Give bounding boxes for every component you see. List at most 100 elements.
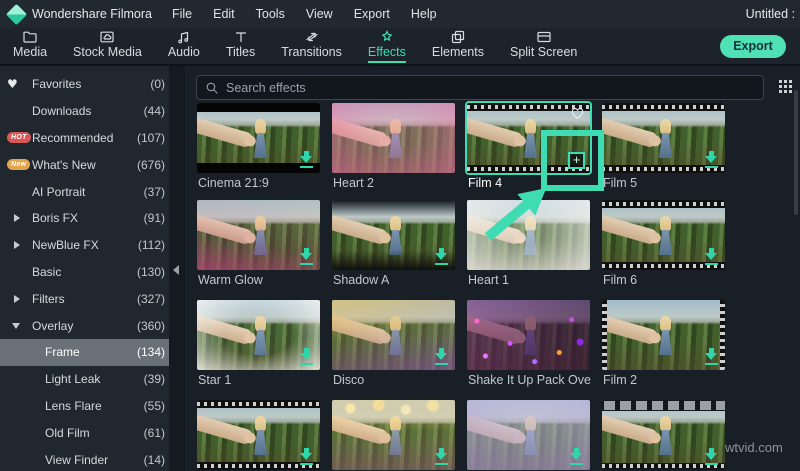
- project-name: Untitled :: [745, 7, 795, 21]
- effect-name: Star 1: [198, 373, 232, 387]
- menu-file[interactable]: File: [172, 7, 192, 21]
- download-icon[interactable]: [435, 448, 448, 465]
- effect-tile[interactable]: [467, 400, 590, 471]
- search-icon: [206, 82, 218, 94]
- folder-icon: [23, 31, 37, 43]
- sidebar-item-favorites[interactable]: ♥ Favorites (0): [0, 71, 169, 98]
- effect-tile-film-2[interactable]: Film 2: [602, 300, 725, 396]
- effect-tile-film-5[interactable]: Film 5: [602, 103, 725, 199]
- effect-tile-star-1[interactable]: Star 1: [197, 300, 320, 396]
- effect-tile[interactable]: [602, 400, 725, 471]
- tab-stock-media[interactable]: Stock Media: [60, 27, 155, 65]
- menu-tools[interactable]: Tools: [256, 7, 285, 21]
- effect-thumbnail[interactable]: [197, 103, 320, 173]
- sidebar-item-lens-flare[interactable]: Lens Flare (55): [0, 393, 169, 420]
- sidebar-item-old-film[interactable]: Old Film (61): [0, 419, 169, 446]
- chevron-right-icon: [14, 241, 20, 250]
- tab-audio[interactable]: Audio: [155, 27, 213, 65]
- effect-name: Shake It Up Pack Overla...: [468, 373, 591, 387]
- effect-thumbnail[interactable]: [602, 400, 725, 470]
- download-icon[interactable]: [300, 448, 313, 465]
- sidebar-item-light-leak[interactable]: Light Leak (39): [0, 366, 169, 393]
- download-icon[interactable]: [300, 248, 313, 265]
- grid-view-icon[interactable]: [779, 80, 782, 83]
- download-icon[interactable]: [705, 348, 718, 365]
- hot-badge: HOT: [7, 132, 31, 144]
- effects-sparkle-icon: [381, 30, 392, 41]
- effect-tile-cinema-21-9[interactable]: Cinema 21:9: [197, 103, 320, 199]
- tab-media[interactable]: Media: [0, 27, 60, 65]
- annotation-highlight-box: [541, 130, 604, 191]
- title-bar: Wondershare Filmora File Edit Tools View…: [0, 0, 800, 28]
- effect-thumbnail[interactable]: [197, 300, 320, 370]
- tab-transitions[interactable]: Transitions: [268, 27, 355, 65]
- effect-thumbnail[interactable]: [197, 200, 320, 270]
- effect-name: Heart 1: [468, 273, 509, 287]
- download-icon[interactable]: [435, 248, 448, 265]
- effects-panel: Search effects Cinema 21:9 Heart 2 + Fil…: [185, 66, 800, 471]
- effect-tile[interactable]: [197, 400, 320, 471]
- effect-thumbnail[interactable]: [602, 103, 725, 173]
- effect-thumbnail[interactable]: [332, 200, 455, 270]
- effect-tile-film-6[interactable]: Film 6: [602, 200, 725, 296]
- chevron-right-icon: [14, 214, 20, 223]
- effect-thumbnail[interactable]: [332, 300, 455, 370]
- sidebar-item-ai-portrait[interactable]: AI Portrait (37): [0, 178, 169, 205]
- watermark: wtvid.com: [725, 440, 783, 455]
- export-button[interactable]: Export: [720, 34, 786, 58]
- effect-thumbnail[interactable]: [197, 400, 320, 470]
- download-icon[interactable]: [435, 348, 448, 365]
- download-icon[interactable]: [570, 448, 583, 465]
- search-input[interactable]: Search effects: [196, 75, 764, 100]
- sidebar-item-overlay[interactable]: Overlay (360): [0, 312, 169, 339]
- stock-media-icon: [100, 31, 115, 43]
- tab-titles[interactable]: Titles: [213, 27, 268, 65]
- menu-export[interactable]: Export: [354, 7, 390, 21]
- download-icon[interactable]: [300, 151, 313, 168]
- effect-tile-warm-glow[interactable]: Warm Glow: [197, 200, 320, 296]
- audio-note-icon: [178, 31, 188, 44]
- download-icon[interactable]: [705, 448, 718, 465]
- tab-split-screen[interactable]: Split Screen: [497, 27, 590, 65]
- download-icon[interactable]: [705, 151, 718, 168]
- effect-thumbnail[interactable]: [602, 200, 725, 270]
- menu-help[interactable]: Help: [411, 7, 437, 21]
- effect-tile-shake-it-up[interactable]: Shake It Up Pack Overla...: [467, 300, 591, 396]
- effect-thumbnail[interactable]: [467, 400, 590, 470]
- menu-bar: File Edit Tools View Export Help: [172, 7, 437, 21]
- menu-edit[interactable]: Edit: [213, 7, 235, 21]
- sidebar-item-filters[interactable]: Filters (327): [0, 285, 169, 312]
- menu-view[interactable]: View: [306, 7, 333, 21]
- effect-name: Warm Glow: [198, 273, 263, 287]
- scrollbar[interactable]: [794, 90, 798, 215]
- tab-elements[interactable]: Elements: [419, 27, 497, 65]
- effect-tile-disco[interactable]: Disco: [332, 300, 455, 396]
- download-icon[interactable]: [300, 348, 313, 365]
- favorite-heart-icon[interactable]: [570, 106, 585, 120]
- effect-thumbnail[interactable]: [467, 300, 590, 370]
- effect-name: Film 4: [468, 176, 503, 190]
- sidebar-separator: [169, 66, 185, 471]
- sidebar-item-downloads[interactable]: Downloads (44): [0, 98, 169, 125]
- effect-tile[interactable]: [332, 400, 455, 471]
- sidebar-item-basic[interactable]: Basic (130): [0, 259, 169, 286]
- sidebar-item-frame[interactable]: Frame (134): [0, 338, 169, 366]
- sidebar-item-whats-new[interactable]: New What's New (676): [0, 151, 169, 178]
- effect-thumbnail[interactable]: [332, 400, 455, 470]
- tab-effects[interactable]: Effects: [355, 27, 419, 65]
- sidebar-item-recommended[interactable]: HOT Recommended (107): [0, 125, 169, 152]
- chevron-right-icon: [14, 294, 20, 303]
- heart-icon: ♥: [7, 77, 18, 92]
- sidebar-item-newblue-fx[interactable]: NewBlue FX (112): [0, 232, 169, 259]
- download-icon[interactable]: [705, 248, 718, 265]
- tab-bar: Media Stock Media Audio Titles Transitio…: [0, 28, 800, 66]
- effect-name: Shadow A: [333, 273, 390, 287]
- effect-tile-shadow-a[interactable]: Shadow A: [332, 200, 455, 296]
- effect-tile-heart-2[interactable]: Heart 2: [332, 103, 455, 199]
- effect-thumbnail[interactable]: [602, 300, 725, 370]
- effect-thumbnail[interactable]: [332, 103, 455, 173]
- sidebar-item-view-finder[interactable]: View Finder (14): [0, 446, 169, 471]
- titles-icon: [235, 32, 246, 43]
- collapse-sidebar-icon[interactable]: [173, 265, 179, 275]
- sidebar-item-boris-fx[interactable]: Boris FX (91): [0, 205, 169, 232]
